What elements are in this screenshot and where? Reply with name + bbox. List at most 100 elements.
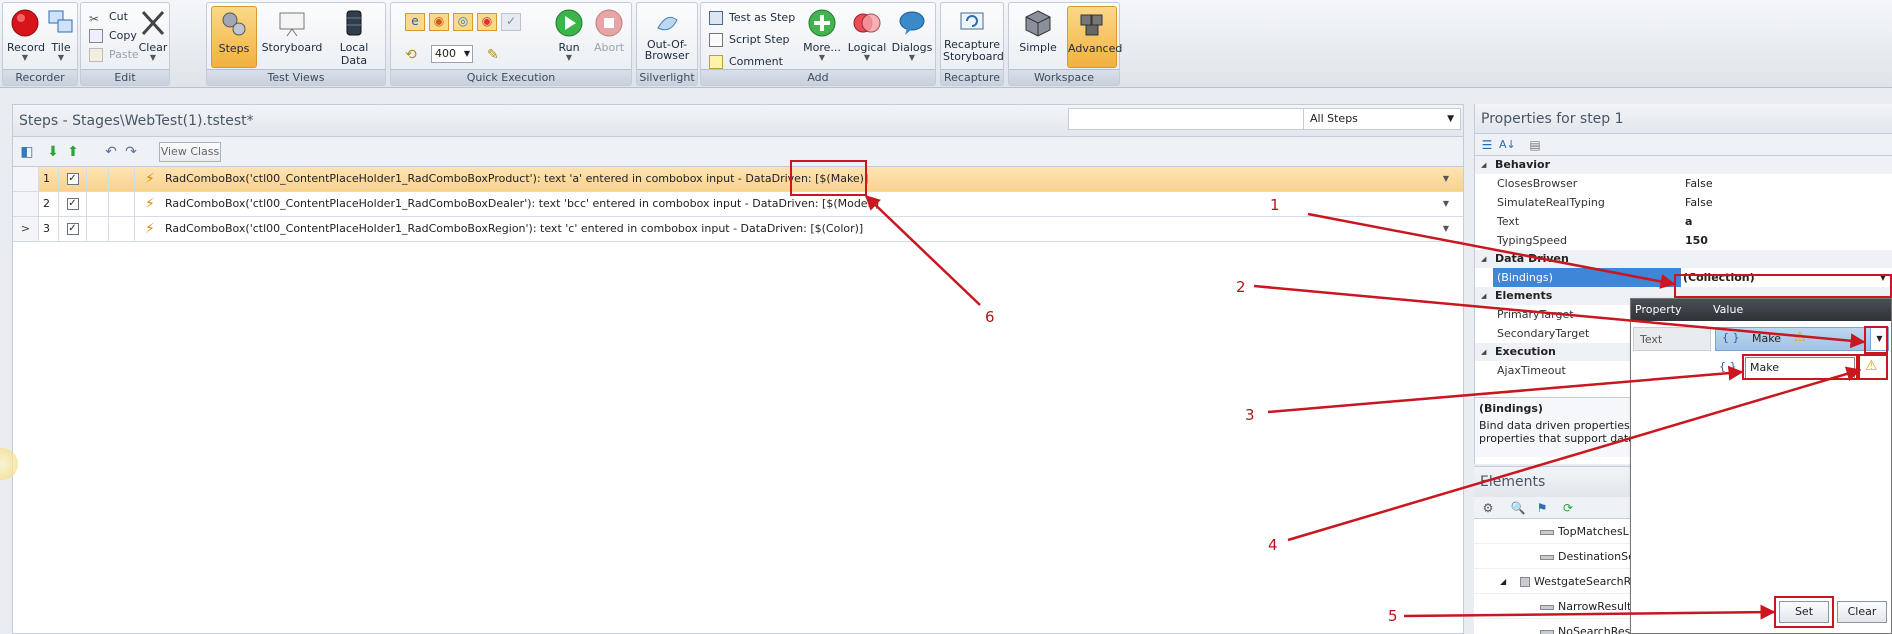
clear-bindings-button[interactable]: Clear [1837, 601, 1887, 623]
highlight-icon[interactable]: ⚑ [1534, 500, 1550, 516]
lightning-icon: ⚡ [145, 171, 155, 187]
storyboard-button[interactable]: Storyboard [261, 6, 323, 68]
row-handle[interactable]: > [13, 217, 39, 241]
silverlight-browser-icon[interactable]: ✓ [501, 13, 521, 31]
expand-icon[interactable]: ◢ [1500, 569, 1506, 594]
tile-button[interactable]: Tile ▼ [45, 6, 77, 68]
element-icon [1540, 554, 1554, 560]
storyboard-icon [279, 12, 305, 37]
chevron-down-icon: ▼ [57, 53, 65, 62]
local-data-button[interactable]: Local Data [325, 6, 383, 68]
step-enabled-checkbox[interactable]: ✓ [66, 173, 79, 185]
clear-button[interactable]: Clear ▼ [137, 6, 169, 68]
cube-icon [1025, 10, 1051, 37]
move-up-icon[interactable]: ⬆ [65, 144, 81, 160]
curly-braces-icon: { } [1722, 331, 1740, 344]
prop-typing-speed[interactable]: TypingSpeed 150 [1475, 231, 1892, 250]
chevron-down-icon: ▼ [908, 53, 916, 62]
highlight-make-option [1742, 354, 1858, 380]
logical-button[interactable]: Logical ▼ [845, 6, 889, 68]
settings-icon[interactable]: ⚙ [1480, 500, 1496, 516]
safari-browser-icon[interactable]: ◎ [453, 13, 473, 31]
step-description: RadComboBox('ctl00_ContentPlaceHolder1_R… [165, 197, 880, 210]
copy-button[interactable]: Copy [89, 27, 137, 45]
steps-filter-select[interactable]: All Steps ▼ [1303, 108, 1461, 130]
redo-icon[interactable]: ↷ [123, 144, 139, 160]
run-button[interactable]: Run ▼ [549, 6, 589, 68]
curly-braces-icon: { } [1719, 360, 1737, 373]
comment-note-icon [709, 55, 723, 69]
chrome-browser-icon[interactable]: ◉ [477, 13, 497, 31]
scissors-icon: ✂ [89, 12, 100, 26]
abort-button[interactable]: Abort [589, 6, 629, 68]
paste-button[interactable]: Paste [89, 46, 139, 64]
ie-browser-icon[interactable]: e [405, 13, 425, 31]
loop-icon[interactable]: ⟲ [405, 47, 417, 63]
paste-icon [89, 48, 103, 62]
category-behavior[interactable]: Behavior [1475, 156, 1892, 174]
annotation-3: 3 [1245, 406, 1255, 424]
firefox-browser-icon[interactable]: ◉ [429, 13, 449, 31]
property-pages-icon[interactable]: ▤ [1527, 137, 1543, 153]
annotation-6: 6 [985, 308, 995, 326]
binding-row[interactable]: Text { } Make ⚠ ▼ [1633, 327, 1889, 351]
bindings-popup: Property Value Text { } Make ⚠ ▼ { } Mak… [1630, 298, 1892, 634]
chevron-down-icon[interactable]: ▼ [1443, 192, 1449, 216]
advanced-button[interactable]: Advanced [1067, 6, 1122, 68]
find-icon[interactable]: 🔍 [1510, 500, 1526, 516]
chevron-down-icon: ▼ [21, 53, 29, 62]
test-as-step-button[interactable]: Test as Step [709, 9, 795, 27]
prop-closes-browser[interactable]: ClosesBrowser False [1475, 174, 1892, 193]
script-step-button[interactable]: Script Step [709, 31, 789, 49]
dialogs-button[interactable]: Dialogs ▼ [891, 6, 933, 68]
dialog-bubble-icon [899, 11, 925, 35]
highlight-collection [1674, 274, 1892, 298]
steps-gears-icon [222, 12, 246, 36]
row-handle[interactable] [13, 167, 39, 191]
cut-button[interactable]: ✂ Cut [89, 8, 128, 26]
clear-x-icon [141, 10, 165, 36]
play-icon [555, 9, 583, 37]
element-icon [1540, 629, 1554, 634]
prop-text[interactable]: Text a [1475, 212, 1892, 231]
binding-value-select[interactable]: { } Make ⚠ ▼ [1715, 327, 1889, 351]
element-icon [1540, 529, 1554, 535]
ribbon: Record ▼ Tile ▼ Recorder ✂ Cut Copy Paste… [0, 0, 1892, 88]
sort-alpha-icon[interactable]: A↓ [1499, 137, 1516, 153]
recapture-storyboard-button[interactable]: Recapture Storyboard [943, 6, 1004, 68]
steps-button[interactable]: Steps [211, 6, 257, 68]
step-row[interactable]: 1 ✓ ⚡ RadComboBox('ctl00_ContentPlaceHold… [13, 167, 1463, 192]
chevron-down-icon[interactable]: ▼ [1443, 167, 1449, 191]
prop-simulate-real-typing[interactable]: SimulateRealTyping False [1475, 193, 1892, 212]
step-row[interactable]: > 3 ✓ ⚡ RadComboBox('ctl00_ContentPlaceHo… [13, 217, 1463, 242]
lightning-icon: ⚡ [145, 221, 155, 237]
bindings-header: Property Value [1631, 299, 1891, 321]
database-icon [346, 10, 362, 36]
highlight-make-binding [790, 160, 867, 196]
refresh-icon[interactable]: ⟳ [1560, 500, 1576, 516]
record-icon [11, 9, 39, 37]
undo-icon[interactable]: ↶ [103, 144, 119, 160]
logical-icon [853, 13, 881, 33]
ribbon-group-silverlight: Out-Of-Browser Silverlight [636, 2, 698, 86]
move-down-icon[interactable]: ⬇ [45, 144, 61, 160]
more-button[interactable]: More... ▼ [801, 6, 843, 68]
step-enabled-checkbox[interactable]: ✓ [66, 223, 79, 235]
new-step-icon[interactable]: ◧ [19, 144, 35, 160]
chevron-down-icon: ▼ [565, 53, 573, 62]
highlight-pointer-icon[interactable]: ✎ [487, 47, 499, 63]
speed-select[interactable]: 400 ▼ [431, 45, 473, 63]
element-icon [1520, 577, 1530, 587]
categorized-icon[interactable]: ☰ [1479, 137, 1495, 153]
row-handle[interactable] [13, 192, 39, 216]
view-class-button[interactable]: View Class [159, 142, 221, 162]
simple-button[interactable]: Simple [1013, 6, 1063, 68]
properties-toolbar: ☰ A↓ ▤ [1475, 134, 1892, 156]
step-enabled-checkbox[interactable]: ✓ [66, 198, 79, 210]
chevron-down-icon[interactable]: ▼ [1443, 217, 1449, 241]
out-of-browser-button[interactable]: Out-Of-Browser [639, 6, 695, 68]
properties-title: Properties for step 1 [1475, 104, 1892, 134]
record-button[interactable]: Record ▼ [7, 6, 45, 68]
step-row[interactable]: 2 ✓ ⚡ RadComboBox('ctl00_ContentPlaceHold… [13, 192, 1463, 217]
category-data-driven[interactable]: Data Driven [1475, 250, 1892, 268]
